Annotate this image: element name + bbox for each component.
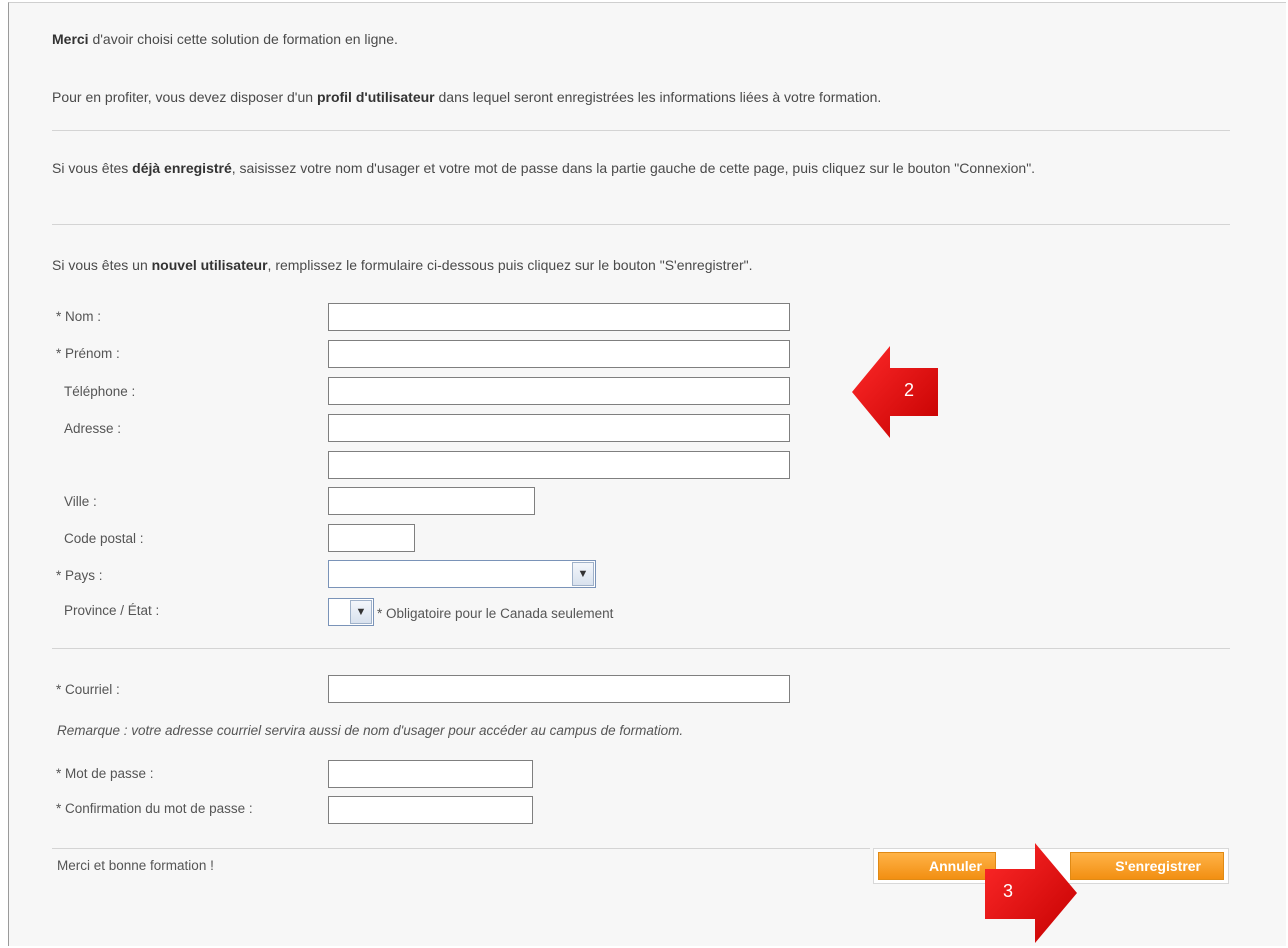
closing-text: Merci et bonne formation ! [57,858,214,873]
intro-new-user-bold: nouvel utilisateur [151,257,268,273]
annotation-arrow-2: 2 [852,346,938,441]
prenom-input[interactable] [328,340,790,368]
chevron-down-icon[interactable]: ▼ [350,600,372,624]
divider [52,648,1230,649]
intro-new-user-text-a: Si vous êtes un [52,257,152,273]
divider [52,130,1230,131]
mot-de-passe-input[interactable] [328,760,533,788]
arrow-right-icon [985,843,1077,943]
intro-thanks: Merci d'avoir choisi cette solution de f… [52,26,1232,52]
prenom-label: * Prénom : [56,346,120,361]
intro-thanks-bold: Merci [52,31,89,47]
ville-label: Ville : [64,494,97,509]
intro-profile-text-b: dans lequel seront enregistrées les info… [434,89,882,105]
divider [52,848,870,849]
confirmation-label: * Confirmation du mot de passe : [56,801,253,816]
intro-registered-bold: déjà enregistré [132,160,232,176]
chevron-down-icon[interactable]: ▼ [572,562,594,586]
pays-select[interactable]: ▼ [328,560,596,588]
province-note: * Obligatoire pour le Canada seulement [377,606,614,621]
pays-label: * Pays : [56,568,103,583]
nom-input[interactable] [328,303,790,331]
arrow-3-number: 3 [1003,881,1014,901]
intro-profile: Pour en profiter, vous devez disposer d'… [52,84,1232,110]
email-remark-text: Remarque : votre adresse courriel servir… [57,723,684,738]
intro-new-user: Si vous êtes un nouvel utilisateur, remp… [52,252,1232,278]
intro-profile-bold: profil d'utilisateur [316,89,435,105]
intro-registered-text-a: Si vous êtes [52,160,133,176]
register-button-label: S'enregistrer [1115,858,1201,874]
register-button[interactable]: S'enregistrer [1070,852,1224,880]
province-label: Province / État : [64,603,160,618]
intro-thanks-text: d'avoir choisi cette solution de formati… [88,31,398,47]
adresse-label: Adresse : [64,421,122,436]
divider [52,224,1230,225]
telephone-label: Téléphone : [64,384,136,399]
courriel-label: * Courriel : [56,682,120,697]
intro-registered-text-b: , saisissez votre nom d'usager et votre … [231,160,1036,176]
intro-new-user-text-b: , remplissez le formulaire ci-dessous pu… [267,257,753,273]
arrow-2-number: 2 [904,380,915,400]
annotation-arrow-3: 3 [985,843,1077,946]
cancel-button[interactable]: Annuler [878,852,996,880]
telephone-input[interactable] [328,377,790,405]
cancel-button-label: Annuler [929,858,982,874]
province-select[interactable]: ▼ [328,598,374,626]
email-remark: Remarque : votre adresse courriel servir… [57,723,683,738]
ville-input[interactable] [328,487,535,515]
courriel-input[interactable] [328,675,790,703]
confirmation-input[interactable] [328,796,533,824]
intro-registered: Si vous êtes déjà enregistré, saisissez … [52,155,1232,181]
arrow-left-icon [852,346,938,438]
adresse-input-1[interactable] [328,414,790,442]
adresse-input-2[interactable] [328,451,790,479]
nom-label: * Nom : [56,309,102,324]
code-postal-label: Code postal : [64,531,144,546]
code-postal-input[interactable] [328,524,415,552]
intro-profile-text-a: Pour en profiter, vous devez disposer d'… [52,89,317,105]
mot-de-passe-label: * Mot de passe : [56,766,154,781]
